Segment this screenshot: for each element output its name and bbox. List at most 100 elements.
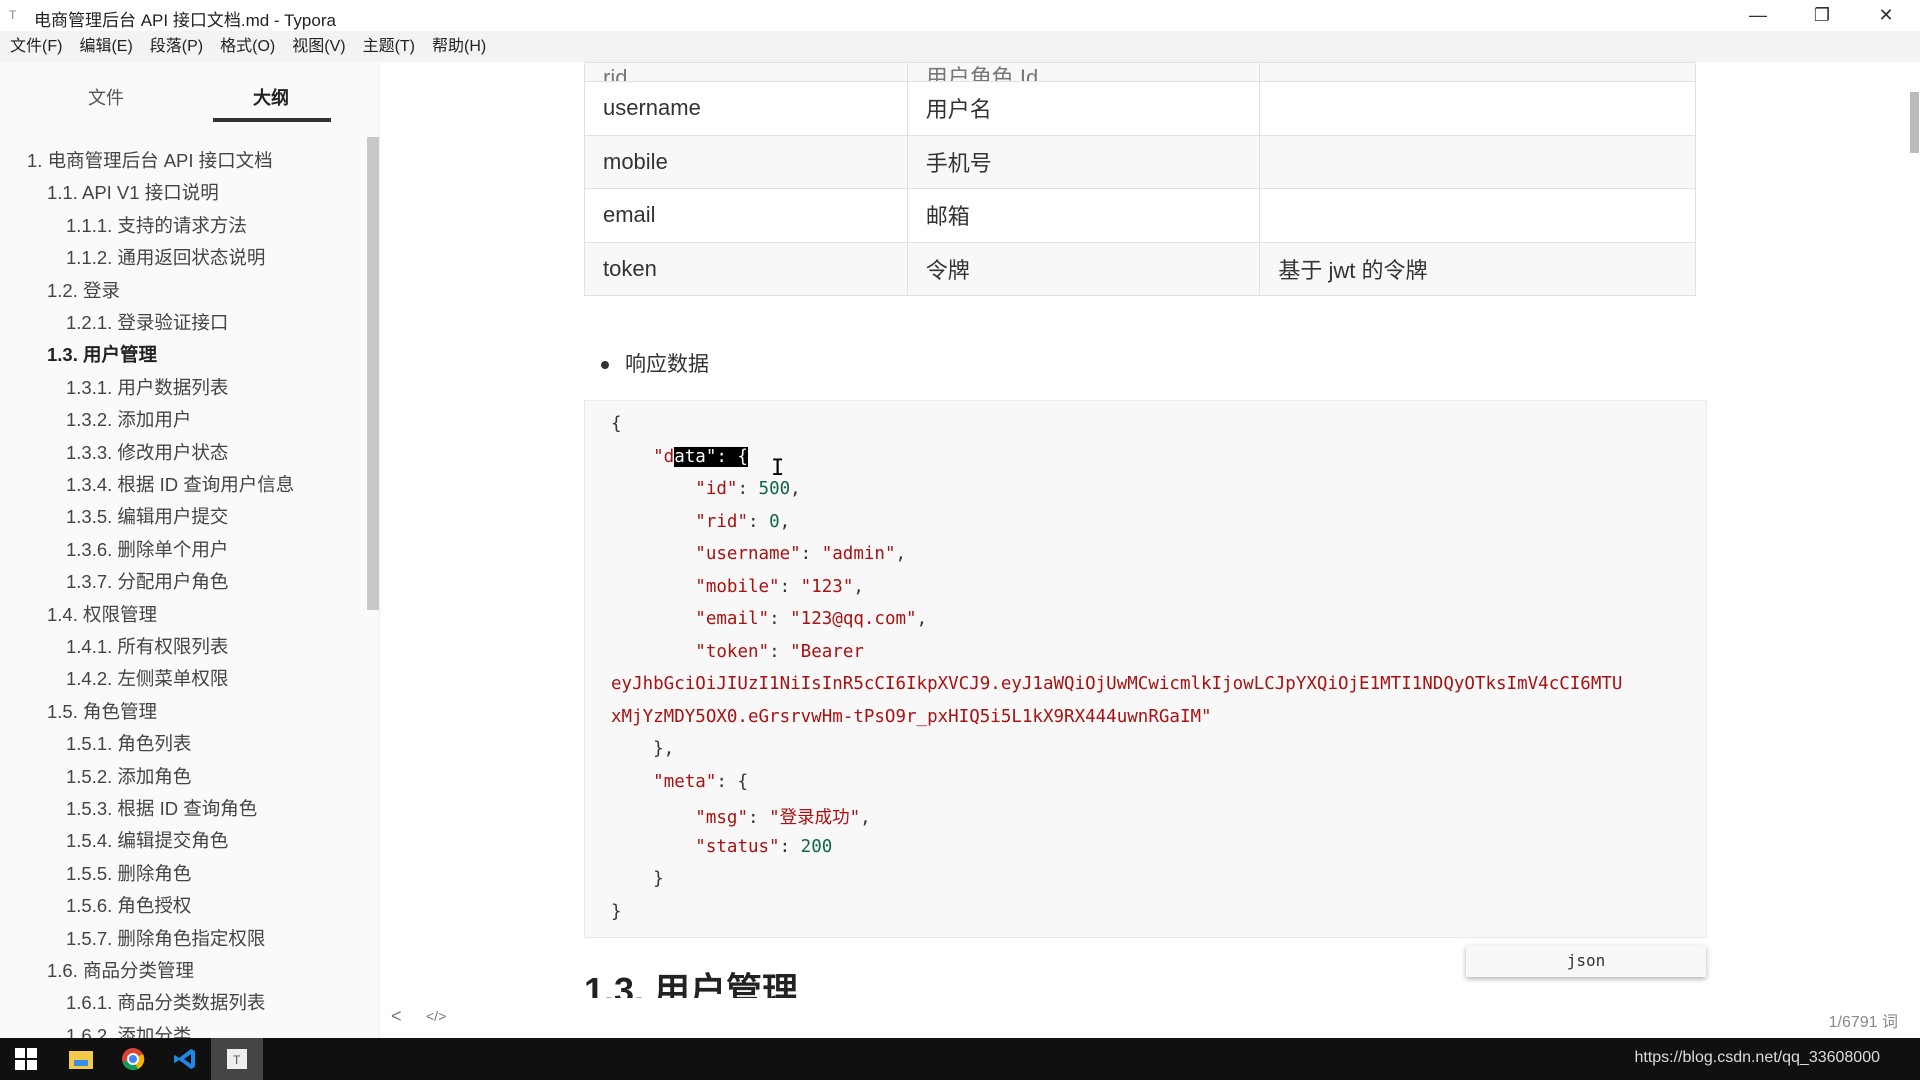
- code-line: "email": "123@qq.com",: [695, 609, 928, 629]
- code-line: "mobile": "123",: [695, 576, 864, 597]
- table-cell[interactable]: 邮箱: [906, 188, 1261, 243]
- menu-item[interactable]: 主题(T): [363, 31, 415, 62]
- toggle-sidebar-button[interactable]: <: [391, 1006, 402, 1027]
- table-row: username 用户名: [584, 81, 1696, 136]
- code-line: "meta": {: [653, 771, 748, 792]
- minimize-button[interactable]: —: [1738, 2, 1778, 28]
- code-line: "data": {: [611, 446, 748, 467]
- vscode-icon[interactable]: [159, 1038, 211, 1080]
- table-cell[interactable]: rid: [584, 62, 908, 82]
- text-cursor-icon: I: [771, 456, 785, 481]
- title-bar: T 电商管理后台 API 接口文档.md - Typora — ❐ ✕: [0, 0, 1920, 31]
- sidebar: 文件 大纲 1. 电商管理后台 API 接口文档 1.1. API V1 接口说明…: [0, 62, 380, 1046]
- tab-outline[interactable]: 大纲: [253, 84, 289, 110]
- code-line: eyJhbGciOiJIUzI1NiIsInR5cCI6IkpXVCJ9.eyJ…: [611, 674, 1623, 694]
- table-cell[interactable]: username: [584, 81, 908, 136]
- table-row: token 令牌 基于 jwt 的令牌: [584, 241, 1696, 297]
- menu-item[interactable]: 帮助(H): [432, 31, 486, 62]
- table-cell[interactable]: token: [584, 241, 908, 297]
- menu-item[interactable]: 编辑(E): [79, 31, 132, 62]
- url-watermark: https://blog.csdn.net/qq_33608000: [1634, 1049, 1880, 1066]
- outline-item[interactable]: 1.3.5. 编辑用户提交: [66, 503, 228, 529]
- menu-item[interactable]: 段落(P): [150, 31, 203, 62]
- table-cell[interactable]: 令牌: [906, 241, 1261, 297]
- sidebar-scrollbar[interactable]: [367, 137, 379, 610]
- outline-item[interactable]: 1.5.1. 角色列表: [66, 730, 191, 756]
- bullet-text: 响应数据: [625, 353, 709, 376]
- outline-item[interactable]: 1.3.1. 用户数据列表: [66, 374, 228, 400]
- outline-item[interactable]: 1.2.1. 登录验证接口: [66, 309, 228, 335]
- svg-text:T: T: [233, 1053, 241, 1067]
- close-button[interactable]: ✕: [1866, 2, 1906, 28]
- menu-item[interactable]: 文件(F): [10, 31, 62, 62]
- table-cell[interactable]: [1259, 81, 1696, 136]
- outline-item[interactable]: 1.6. 商品分类管理: [47, 957, 194, 983]
- table-cell[interactable]: 手机号: [906, 134, 1261, 190]
- menu-item[interactable]: 视图(V): [292, 31, 345, 62]
- outline-item[interactable]: 1.3.4. 根据 ID 查询用户信息: [66, 471, 294, 497]
- status-bar: < </> 1/6791 词: [381, 998, 1920, 1038]
- table-row: email 邮箱: [584, 188, 1696, 243]
- typora-app-icon: T: [9, 8, 17, 22]
- menu-bar: 文件(F) 编辑(E) 段落(P) 格式(O) 视图(V) 主题(T) 帮助(H): [0, 31, 1920, 62]
- window-title: 电商管理后台 API 接口文档.md - Typora: [34, 11, 336, 30]
- outline-item[interactable]: 1.4.2. 左侧菜单权限: [66, 665, 228, 691]
- outline-item[interactable]: 1.5.5. 删除角色: [66, 860, 191, 886]
- table-cell[interactable]: email: [584, 188, 908, 243]
- outline-item[interactable]: 1.2. 登录: [47, 277, 120, 303]
- outline-item[interactable]: 1.3.3. 修改用户状态: [66, 439, 228, 465]
- windows-start-icon[interactable]: [0, 1038, 52, 1080]
- outline-item[interactable]: 1.4. 权限管理: [47, 601, 157, 627]
- source-mode-button[interactable]: </>: [426, 1008, 446, 1024]
- params-table: rid 用户角色 Id username 用户名 mobile 手机号 email 邮箱 tok…: [584, 62, 1696, 297]
- code-line: "username": "admin",: [695, 544, 907, 564]
- code-block[interactable]: { "data": { "id": 500, "rid": 0, "userna…: [584, 400, 1707, 938]
- outline-item[interactable]: 1.5.2. 添加角色: [66, 763, 191, 789]
- chrome-icon[interactable]: [107, 1038, 159, 1080]
- table-cell[interactable]: [1259, 62, 1696, 82]
- editor-scrollbar[interactable]: [1910, 92, 1919, 153]
- typora-taskbar-icon[interactable]: T: [211, 1038, 263, 1080]
- editor: rid 用户角色 Id username 用户名 mobile 手机号 email 邮箱 tok…: [381, 62, 1920, 1038]
- outline-item[interactable]: 1.5. 角色管理: [47, 698, 157, 724]
- table-cell[interactable]: mobile: [584, 134, 908, 190]
- table-row: mobile 手机号: [584, 134, 1696, 190]
- code-line: }: [611, 869, 664, 889]
- menu-item[interactable]: 格式(O): [220, 31, 275, 62]
- code-line: }: [611, 901, 622, 922]
- maximize-button[interactable]: ❐: [1802, 2, 1842, 28]
- code-line: "id": 500,: [695, 479, 801, 499]
- code-line: "token": "Bearer: [695, 641, 864, 662]
- outline-item[interactable]: 1.4.1. 所有权限列表: [66, 633, 228, 659]
- table-cell[interactable]: 用户名: [906, 81, 1261, 136]
- taskbar: T https://blog.csdn.net/qq_33608000: [0, 1038, 1920, 1080]
- bullet-icon: [601, 361, 609, 370]
- outline-item[interactable]: 1.5.4. 编辑提交角色: [66, 827, 228, 853]
- outline-item[interactable]: 1.3.2. 添加用户: [66, 406, 191, 432]
- bullet-item: 响应数据: [601, 348, 709, 378]
- outline-item[interactable]: 1.5.7. 删除角色指定权限: [66, 925, 265, 951]
- table-cell[interactable]: 基于 jwt 的令牌: [1259, 241, 1696, 297]
- outline-item[interactable]: 1.1.1. 支持的请求方法: [66, 212, 247, 238]
- outline-item[interactable]: 1.1. API V1 接口说明: [47, 179, 219, 205]
- outline-item[interactable]: 1.3.7. 分配用户角色: [66, 568, 228, 594]
- outline-item[interactable]: 1. 电商管理后台 API 接口文档: [27, 147, 273, 173]
- code-language-input[interactable]: json: [1466, 945, 1706, 977]
- outline-item[interactable]: 1.1.2. 通用返回状态说明: [66, 244, 265, 270]
- table-cell[interactable]: [1259, 188, 1696, 243]
- outline-item[interactable]: 1.5.3. 根据 ID 查询角色: [66, 795, 257, 821]
- table-cell[interactable]: 用户角色 Id: [906, 62, 1261, 82]
- outline-item[interactable]: 1.6.1. 商品分类数据列表: [66, 989, 265, 1015]
- code-line: {: [611, 414, 622, 434]
- word-count[interactable]: 1/6791 词: [1829, 1008, 1898, 1032]
- table-cell[interactable]: [1259, 134, 1696, 190]
- outline-item[interactable]: 1.5.6. 角色授权: [66, 892, 191, 918]
- tab-files[interactable]: 文件: [88, 84, 124, 110]
- active-tab-indicator: [213, 118, 331, 122]
- file-explorer-icon[interactable]: [55, 1038, 107, 1080]
- outline-item[interactable]: 1.3. 用户管理: [47, 341, 157, 367]
- code-line: "status": 200: [695, 836, 833, 857]
- code-line: },: [611, 739, 675, 759]
- outline-item[interactable]: 1.3.6. 删除单个用户: [66, 536, 228, 562]
- code-line: xMjYzMDY5OX0.eGrsrvwHm-tPsO9r_pxHIQ5i5L1…: [611, 706, 1212, 727]
